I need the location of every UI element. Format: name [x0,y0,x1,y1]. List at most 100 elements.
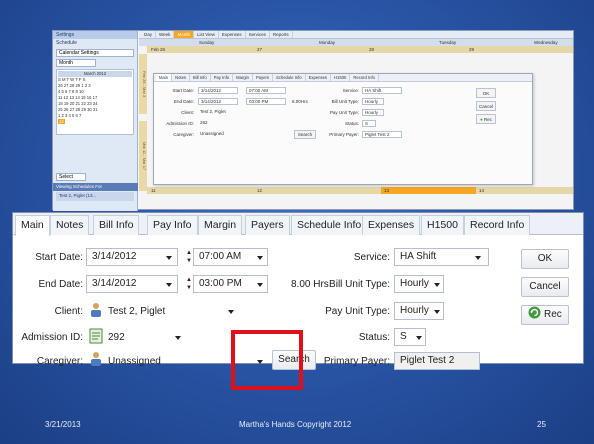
select-dropdown[interactable]: Select [56,173,86,181]
date-cell: 29 [469,47,475,52]
tab[interactable]: Notes [172,74,191,81]
view-tab[interactable]: Services [246,31,270,38]
end-date-label: End Date: [173,99,194,104]
end-time-field[interactable]: 03:00 PM [246,98,286,105]
ok-button[interactable]: OK [521,249,569,269]
tab[interactable]: Pay Info [211,74,234,81]
tab[interactable]: Bill Info [190,74,211,81]
date-cell: 12 [257,188,263,193]
day-header: Monday [319,40,336,45]
view-tab-month[interactable]: Month [174,31,194,38]
tab[interactable]: Record Info [350,74,380,81]
tab[interactable]: Margin [233,74,253,81]
presentation-slide: Settings Schedule Calendar Settings Mont… [0,0,594,444]
caregiver-label: Caregiver: [36,356,83,367]
view-tab[interactable]: Reports [270,31,293,38]
client-label: Client: [54,306,83,317]
ok-button[interactable]: OK [476,88,496,98]
status-field[interactable]: S [362,120,376,127]
bill-unit-type-value: Hourly [400,278,429,289]
view-tab[interactable]: Expenses [219,31,246,38]
mini-calendar-today[interactable]: 14 [58,119,65,124]
status-label: Status: [358,332,390,343]
chevron-down-icon[interactable] [257,283,263,287]
view-select[interactable]: Month [56,59,96,67]
tab-notes[interactable]: Notes [50,215,90,235]
chevron-down-icon[interactable] [166,256,172,260]
calendar-settings-button[interactable]: Calendar Settings [56,49,134,57]
chevron-down-icon[interactable] [175,336,181,340]
primary-payer-label: Primary Payer: [329,132,359,137]
tab[interactable]: H1500 [331,74,351,81]
tab[interactable]: Main [156,74,173,81]
cancel-button[interactable]: Cancel [521,277,569,297]
bill-unit-field[interactable]: Hourly [362,98,384,105]
client-value[interactable]: Test 2, Piglet [108,306,165,317]
tab[interactable]: Payers [253,74,273,81]
person-icon [91,303,101,317]
tab-expenses[interactable]: Expenses [362,215,421,235]
status-value: S [400,331,407,342]
day-headers: Sunday Monday Tuesday Wednesday [139,39,573,46]
view-tab[interactable]: Week [156,31,175,38]
admission-id-label: Admission ID: [21,332,83,343]
slide-page-number: 25 [537,420,546,429]
rec-button[interactable]: ● Rec [476,114,496,124]
chevron-down-icon[interactable] [475,256,481,260]
tab-record-info[interactable]: Record Info [464,215,531,235]
service-value: HA Shift [400,251,437,262]
bill-unit-type-label: Bill Unit Type: [329,279,390,290]
client-field[interactable]: Test 2, Piglet [198,109,246,116]
start-date-field[interactable]: 3/14/2012 [198,87,238,94]
hours-text: 8.00Hrs [292,99,308,104]
chevron-down-icon[interactable] [166,283,172,287]
time-spinner-icon[interactable]: ▲ ▼ [185,249,193,267]
cancel-button[interactable]: Cancel [476,101,496,111]
view-tab[interactable]: Day [141,31,157,38]
client-tree-item[interactable]: Test 2, Piglet (13... [56,192,134,201]
pay-unit-field[interactable]: Hourly [362,109,384,116]
tab-payers[interactable]: Payers [245,215,290,235]
caregiver-field[interactable]: Unassigned [198,131,288,138]
chevron-down-icon[interactable] [257,256,263,260]
start-date-label: Start Date: [172,88,194,93]
day-header: Sunday [199,40,215,45]
start-time-value: 07:00 AM [199,251,242,262]
admission-field[interactable]: 292 [198,120,228,127]
tab-main[interactable]: Main [15,215,50,236]
schedule-label: Schedule [56,40,77,46]
recurrence-icon [528,306,541,319]
end-date-field[interactable]: 3/14/2012 [198,98,238,105]
end-date-value: 3/14/2012 [92,278,137,289]
chevron-down-icon[interactable] [434,310,440,314]
tab-h1500[interactable]: H1500 [421,215,464,235]
primary-payer-field: Piglet Test 2 [362,131,402,138]
chevron-down-icon[interactable] [228,310,234,314]
admission-label: Admission ID: [166,121,194,126]
pay-unit-type-value: Hourly [400,305,429,316]
end-date-field[interactable]: 3/14/2012 [86,275,178,293]
time-spinner-icon[interactable]: ▲ ▼ [185,276,193,294]
recurrence-button[interactable]: Rec [521,305,569,325]
search-button[interactable]: Search [294,130,316,139]
tab[interactable]: Schedule Info [273,74,306,81]
start-date-label: Start Date: [35,252,83,263]
view-tab[interactable]: List View [194,31,219,38]
start-time-field[interactable]: 07:00 AM [246,87,286,94]
tab-margin[interactable]: Margin [198,215,243,235]
tab[interactable]: Expenses [306,74,332,81]
start-date-field[interactable]: 3/14/2012 [86,248,178,266]
mini-calendar[interactable]: March 2012 S M T W T F S 26 27 28 29 1 2… [56,69,134,135]
service-field[interactable]: HA Shift [362,87,402,94]
tab-bill-info[interactable]: Bill Info [93,215,140,235]
tab-schedule-info[interactable]: Schedule Info [291,215,368,235]
tab-pay-info[interactable]: Pay Info [147,215,198,235]
admission-id-value[interactable]: 292 [108,332,125,343]
date-cell: 14 [479,188,485,193]
chevron-down-icon[interactable] [434,283,440,287]
end-date-label: End Date: [38,279,83,290]
settings-header[interactable]: Settings [53,31,137,39]
start-date-value: 3/14/2012 [92,251,137,262]
chevron-down-icon[interactable] [416,336,422,340]
caregiver-value[interactable]: Unassigned [108,356,161,367]
